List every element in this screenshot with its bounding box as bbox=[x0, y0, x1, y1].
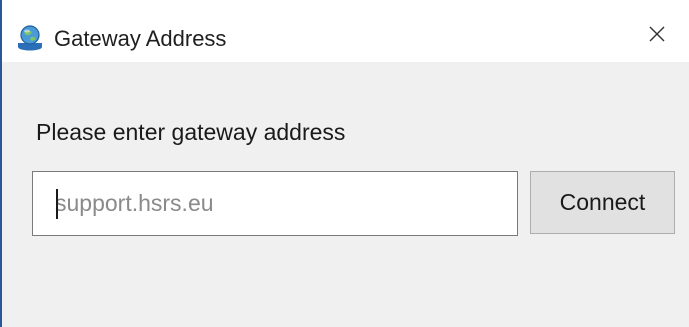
title-bar: Gateway Address bbox=[2, 0, 689, 62]
gateway-address-dialog: Gateway Address Please enter gateway add… bbox=[0, 0, 689, 327]
prompt-label: Please enter gateway address bbox=[36, 119, 346, 145]
gateway-address-input[interactable] bbox=[32, 171, 518, 236]
text-caret bbox=[56, 189, 58, 219]
close-icon bbox=[648, 25, 666, 48]
dialog-content: Please enter gateway address Connect bbox=[2, 62, 689, 327]
window-title: Gateway Address bbox=[54, 26, 227, 51]
gateway-app-icon bbox=[16, 24, 44, 52]
close-button[interactable] bbox=[628, 14, 686, 58]
connect-button[interactable]: Connect bbox=[530, 171, 675, 234]
